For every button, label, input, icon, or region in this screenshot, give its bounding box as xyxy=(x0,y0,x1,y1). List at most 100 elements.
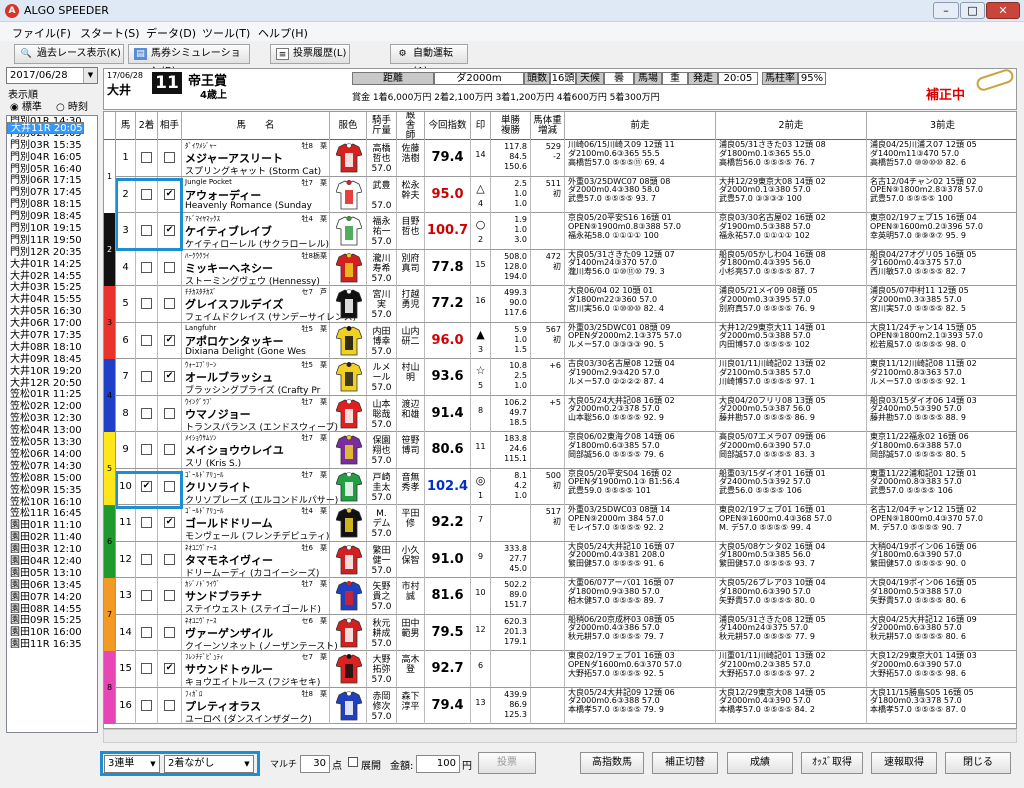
odds-fetch-button[interactable]: ｵｯｽﾞ取得 xyxy=(801,752,863,774)
second-checkbox[interactable] xyxy=(141,590,152,601)
table-row[interactable]: 2 ✔ Jungle Pocket 牡7 栗 アウォーディー Heavenly … xyxy=(104,176,1016,213)
partner-checkbox[interactable] xyxy=(164,553,175,565)
horse-name-cell[interactable]: ﾁﾁｶｽﾀﾁｶｽﾞ セ7 芦 グレイスフルデイズ フェイムドクレイス (サンデー… xyxy=(182,286,356,323)
partner-checkbox[interactable]: ✔ xyxy=(164,334,175,346)
race-list-item[interactable]: 笠松07R 14:30 xyxy=(7,461,97,473)
horse-name-cell[interactable]: Jungle Pocket 牡7 栗 アウォーディー Heavenly Roma… xyxy=(182,176,330,213)
race-list-item[interactable]: 大井03R 15:25 xyxy=(7,282,97,294)
second-checkbox[interactable] xyxy=(141,663,152,674)
chevron-down-icon[interactable]: ▼ xyxy=(83,68,97,83)
partner-checkbox[interactable]: ✔ xyxy=(164,188,175,200)
race-list-item[interactable]: 門別03R 15:35 xyxy=(7,140,97,152)
horse-name-cell[interactable]: Langfuhr 牡5 栗 アポロケンタッキー Dixiana Delight … xyxy=(182,322,330,359)
menu-file[interactable]: ファイル(F) xyxy=(12,25,71,41)
vote-button[interactable]: 投票 xyxy=(478,752,536,774)
second-checkbox[interactable] xyxy=(141,225,152,236)
maximize-button[interactable]: □ xyxy=(960,2,985,19)
race-list-item[interactable]: 大井09R 18:45 xyxy=(7,354,97,366)
points-field[interactable]: 30 xyxy=(300,755,330,773)
race-list-item[interactable]: 大井02R 14:55 xyxy=(7,271,97,283)
race-list[interactable]: 門別01R 14:30門別02R 15:05門別03R 15:35門別04R 1… xyxy=(6,115,98,733)
menu-data[interactable]: データ(D) xyxy=(146,25,196,41)
partner-checkbox[interactable] xyxy=(164,626,175,638)
date-picker[interactable]: 2017/06/28 ▼ xyxy=(6,67,98,84)
auto-run-button[interactable]: ⚙自動運転(A) xyxy=(390,44,468,77)
race-list-item[interactable]: 園田04R 12:40 xyxy=(7,556,97,568)
horse-name-cell[interactable]: ﾌﾚﾝﾁﾃﾞﾋﾟｭﾃｨ セ7 栗 サウンドトゥルー キョウエイトルース (フジキ… xyxy=(182,651,330,688)
horse-name-cell[interactable]: ｱﾄﾞﾏｲﾔﾏｯｸｽ 牡4 栗 ケイティブレイブ ケイティローレル (サクラロー… xyxy=(182,213,330,250)
past-race-button[interactable]: 🔍 過去レース表示(K) xyxy=(14,44,124,64)
partner-checkbox[interactable] xyxy=(164,152,175,163)
partner-checkbox[interactable] xyxy=(164,407,175,419)
table-row[interactable]: 6 ✔ Langfuhr 牡5 栗 アポロケンタッキー Dixiana Deli… xyxy=(104,322,1016,359)
race-list-item[interactable]: 笠松11R 16:45 xyxy=(7,508,97,520)
race-list-item[interactable]: 笠松05R 13:30 xyxy=(7,437,97,449)
horse-name-cell[interactable]: ｺﾞｰﾙﾄﾞｱﾘｭｰﾙ 牡4 栗 ゴールドドリーム モンヴェール (フレンチデピ… xyxy=(182,505,330,542)
race-list-item[interactable]: 門別04R 16:05 xyxy=(7,152,97,164)
results-button[interactable]: 成績 xyxy=(727,752,793,774)
race-list-item[interactable]: 園田08R 14:55 xyxy=(7,604,97,616)
table-row[interactable]: 16 ﾌｨｶﾞﾛ 牡8 栗 プレティオラス ユーロペ (ダンスインザダーク) 赤… xyxy=(104,687,1016,725)
race-list-item[interactable]: 園田03R 12:10 xyxy=(7,544,97,556)
table-row[interactable]: 4 ﾊｰｸｳｸﾗｲ 牡8 栃栗 ミッキーヘネシー ストーミングヴェウ (Henn… xyxy=(104,249,1016,287)
second-checkbox[interactable] xyxy=(141,298,152,309)
second-checkbox[interactable]: ✔ xyxy=(141,480,152,492)
partner-checkbox[interactable] xyxy=(164,590,175,601)
race-list-item[interactable]: 門別05R 16:40 xyxy=(7,164,97,176)
partner-checkbox[interactable]: ✔ xyxy=(164,371,175,382)
second-checkbox[interactable] xyxy=(141,261,152,273)
table-row[interactable]: 9 ﾒｲｼｮｳｻﾑｿﾝ 牡7 栗 メイショウウレイユ スリ (Kris S.) … xyxy=(104,432,1016,469)
table-row[interactable]: 3 ✔ ｱﾄﾞﾏｲﾔﾏｯｸｽ 牡4 栗 ケイティブレイブ ケイティローレル (サ… xyxy=(104,213,1016,250)
race-list-item[interactable]: 笠松02R 12:00 xyxy=(7,401,97,413)
expand-checkbox[interactable] xyxy=(348,757,358,767)
partner-checkbox[interactable] xyxy=(164,261,175,273)
bet-type-select[interactable]: 3連単 ▼ xyxy=(104,755,160,773)
horse-name-cell[interactable]: ﾒｲｼｮｳｻﾑｿﾝ 牡7 栗 メイショウウレイユ スリ (Kris S.) xyxy=(182,432,330,469)
table-row[interactable]: 10 ✔ ｺﾞｰﾙﾄﾞｱﾘｭｰﾙ 牡7 栗 クリソライト クリソプレーズ (エル… xyxy=(104,468,1016,506)
race-list-item[interactable]: 笠松03R 12:30 xyxy=(7,413,97,425)
race-list-item[interactable]: 笠松08R 15:00 xyxy=(7,473,97,485)
table-row[interactable]: 12 ﾈｵﾕﾆｳﾞｧｰｽ 牡6 栗 タマモネイヴィー ドリームーディ (カコイー… xyxy=(104,541,1016,579)
race-list-item[interactable]: 門別08R 18:15 xyxy=(7,199,97,211)
table-row[interactable]: 15 ✔ ﾌﾚﾝﾁﾃﾞﾋﾟｭﾃｨ セ7 栗 サウンドトゥルー キョウエイトルース… xyxy=(104,651,1016,688)
race-list-item[interactable]: 門別06R 17:15 xyxy=(7,175,97,187)
table-row[interactable]: 14 ﾈｵﾕﾆｳﾞｧｰｽ セ6 栗 ヴァーゲンザイル クイーンソネット (ノーザ… xyxy=(104,614,1016,652)
race-list-item[interactable]: 笠松01R 11:25 xyxy=(7,389,97,401)
race-list-item[interactable]: 園田09R 15:25 xyxy=(7,615,97,627)
radio-time[interactable]: ○ 時刻 xyxy=(56,98,88,113)
second-checkbox[interactable] xyxy=(141,334,152,346)
partner-checkbox[interactable]: ✔ xyxy=(164,225,175,236)
race-list-item[interactable]: 大井11R 20:05 xyxy=(7,122,84,134)
horse-name-cell[interactable]: ｳｫｰｴﾌﾞﾘｰﾝ 牡5 栗 オールブラッシュ ブラッシングプライズ (Craf… xyxy=(182,359,330,396)
high-index-button[interactable]: 高指数馬 xyxy=(580,752,644,774)
correction-toggle-button[interactable]: 補正切替 xyxy=(652,752,718,774)
second-checkbox[interactable] xyxy=(141,152,152,163)
horse-name-cell[interactable]: ﾌｨｶﾞﾛ 牡8 栗 プレティオラス ユーロペ (ダンスインザダーク) xyxy=(182,687,330,725)
race-list-item[interactable]: 大井08R 18:10 xyxy=(7,342,97,354)
vote-history-button[interactable]: ≡ 投票履歴(L) xyxy=(270,44,350,64)
race-list-item[interactable]: 大井10R 19:20 xyxy=(7,366,97,378)
radio-standard[interactable]: ◉ 標準 xyxy=(10,98,42,113)
bet-method-select[interactable]: 2着ながし ▼ xyxy=(164,755,254,773)
second-checkbox[interactable] xyxy=(141,517,152,528)
horse-name-cell[interactable]: ｳｲﾝｸﾞﾗﾌﾞ 牡7 栗 ウマノジョー トランスパランス (エンドスウィープ) xyxy=(182,395,338,433)
horse-name-cell[interactable]: ﾈｵﾕﾆｳﾞｧｰｽ 牡6 栗 タマモネイヴィー ドリームーディ (カコイーシーズ… xyxy=(182,541,330,579)
betting-simulation-button[interactable]: ▤馬券シミュレーション(B) xyxy=(128,44,250,77)
second-checkbox[interactable] xyxy=(141,444,152,455)
table-row[interactable]: 1 ﾀﾞｲﾜﾒｼﾞｬｰ 牡8 栗 メジャーアスリート スプリングキャット (St… xyxy=(104,140,1016,177)
table-row[interactable]: 11 ✔ ｺﾞｰﾙﾄﾞｱﾘｭｰﾙ 牡4 栗 ゴールドドリーム モンヴェール (フ… xyxy=(104,505,1016,542)
second-checkbox[interactable] xyxy=(141,371,152,382)
second-checkbox[interactable] xyxy=(141,407,152,419)
race-list-item[interactable]: 門別10R 19:15 xyxy=(7,223,97,235)
table-row[interactable]: 8 ｳｲﾝｸﾞﾗﾌﾞ 牡7 栗 ウマノジョー トランスパランス (エンドスウィー… xyxy=(104,395,1016,433)
race-list-item[interactable]: 園田06R 13:45 xyxy=(7,580,97,592)
race-list-item[interactable]: 園田01R 11:10 xyxy=(7,520,97,532)
close-button[interactable]: 閉じる xyxy=(945,752,1011,774)
table-row[interactable]: 5 ﾁﾁｶｽﾀﾁｶｽﾞ セ7 芦 グレイスフルデイズ フェイムドクレイス (サン… xyxy=(104,286,1016,323)
race-list-item[interactable]: 園田11R 16:35 xyxy=(7,639,97,651)
menu-start[interactable]: スタート(S) xyxy=(80,25,140,41)
horse-name-cell[interactable]: ｺﾞｰﾙﾄﾞｱﾘｭｰﾙ 牡7 栗 クリソライト クリソプレーズ (エルコンドルパ… xyxy=(182,468,338,506)
race-list-item[interactable]: 笠松04R 13:00 xyxy=(7,425,97,437)
race-list-item[interactable]: 園田02R 11:40 xyxy=(7,532,97,544)
race-list-item[interactable]: 園田05R 13:10 xyxy=(7,568,97,580)
